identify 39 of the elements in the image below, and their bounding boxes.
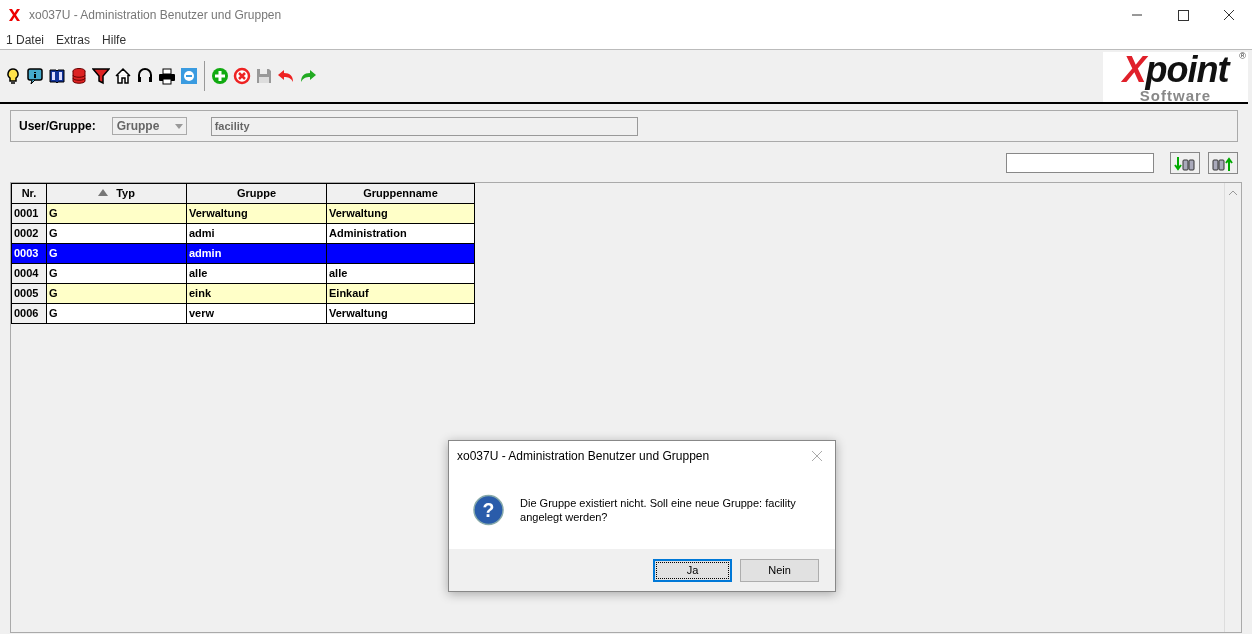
- table-cell: 0005: [11, 283, 47, 304]
- type-dropdown[interactable]: Gruppe: [111, 117, 187, 135]
- column-header[interactable]: Gruppenname: [326, 183, 475, 204]
- printer-icon[interactable]: [158, 67, 176, 85]
- question-icon: ?: [473, 494, 505, 526]
- company-logo: Xpoint Software ®: [1103, 52, 1248, 102]
- search-field[interactable]: [1006, 153, 1154, 173]
- table-cell: 0002: [11, 223, 47, 244]
- headset-icon[interactable]: [136, 67, 154, 85]
- database-icon[interactable]: [70, 67, 88, 85]
- dialog-message: Die Gruppe existiert nicht. Soll eine neue Gruppe: facility angelegt werden?: [520, 496, 797, 524]
- menu-item[interactable]: 1 Datei: [0, 30, 51, 49]
- cancel-icon[interactable]: [233, 67, 251, 85]
- book-icon[interactable]: [48, 67, 66, 85]
- filter-icon[interactable]: [92, 67, 110, 85]
- search-up-button[interactable]: [1208, 152, 1238, 174]
- column-header[interactable]: Nr.: [11, 183, 47, 204]
- bulb-icon[interactable]: [4, 67, 22, 85]
- window-title: xo037U - Administration Benutzer und Gruppen: [29, 7, 282, 24]
- close-icon[interactable]: [811, 450, 823, 462]
- menu-item[interactable]: Extras: [50, 30, 97, 49]
- app-logo-icon: [8, 8, 21, 22]
- house-icon[interactable]: [114, 67, 132, 85]
- name-field[interactable]: facility: [210, 116, 638, 136]
- sort-arrow-icon: [98, 189, 109, 197]
- column-header[interactable]: Gruppe: [186, 183, 327, 204]
- table-cell: 0004: [11, 263, 47, 284]
- table-cell: 0001: [11, 203, 47, 224]
- filter-label: User/Gruppe:: [19, 118, 96, 135]
- info-icon[interactable]: [26, 67, 44, 85]
- plus-icon[interactable]: [211, 67, 229, 85]
- table-cell: 0006: [11, 303, 47, 324]
- column-header[interactable]: Typ: [46, 183, 187, 204]
- dialog-title: xo037U - Administration Benutzer und Gruppen: [457, 448, 710, 465]
- dialog-button[interactable]: Nein: [740, 558, 819, 582]
- table-cell: 0003: [11, 243, 47, 264]
- search-down-button[interactable]: [1170, 152, 1200, 174]
- menu-item[interactable]: Hilfe: [96, 30, 133, 49]
- dialog-button[interactable]: Ja: [653, 558, 732, 582]
